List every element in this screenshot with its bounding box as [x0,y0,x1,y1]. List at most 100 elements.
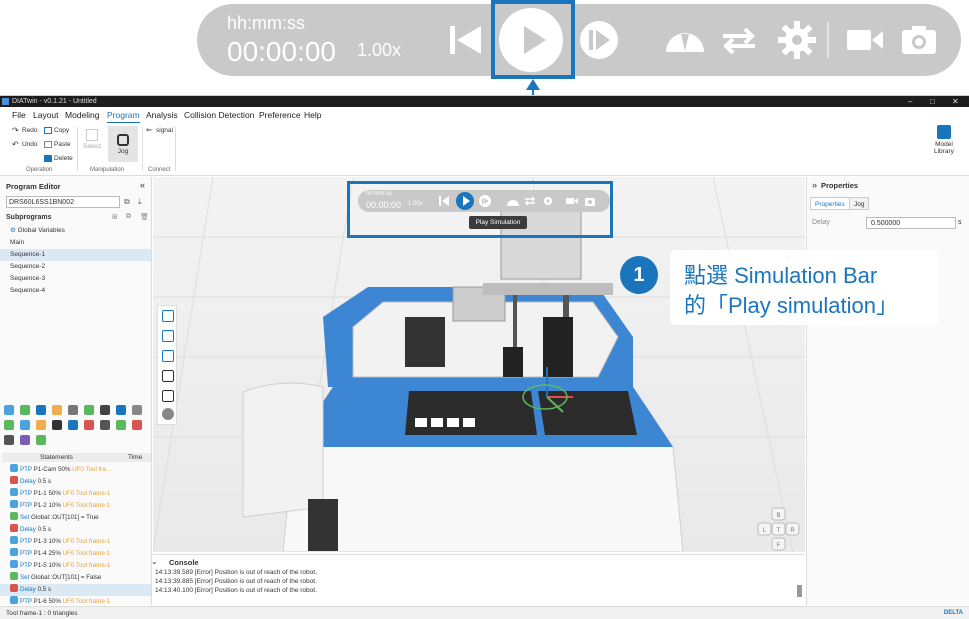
wait-icon[interactable] [100,405,110,415]
open-external-icon[interactable]: ⧉ [124,197,130,207]
paste-label: Paste [54,141,71,148]
console-collapse-icon[interactable]: ⌄ [151,557,158,566]
zoom-icon[interactable] [162,350,174,362]
menu-layout[interactable]: Layout [33,108,59,122]
duplicate-subprogram-icon[interactable]: ⧉ [126,213,131,221]
fit-view-icon[interactable] [162,310,174,322]
delete-subprogram-icon[interactable]: 🗑 [140,213,149,221]
maximize-icon[interactable]: □ [930,96,935,107]
view-cube-compass[interactable]: B L T R F [757,507,801,551]
comment-icon[interactable] [20,435,30,445]
compass-top[interactable]: T [777,528,781,534]
circ-icon[interactable] [36,405,46,415]
paste-button[interactable]: Paste [44,141,71,148]
axes-icon[interactable] [162,390,174,402]
if-statement-icon[interactable] [20,420,30,430]
statement-row[interactable]: PTP P1-4 25% UF0 Tool frame-1 [0,548,151,560]
stop-icon[interactable] [132,420,142,430]
minimize-icon[interactable]: – [908,96,912,107]
speed-gauge-icon[interactable] [663,18,707,62]
menu-modeling[interactable]: Modeling [65,108,100,122]
subprogram-item[interactable]: ⚙ Global Variables [0,225,151,237]
redo-button[interactable]: ↷ Redo [12,127,38,135]
menu-collision-detection[interactable]: Collision Detection [184,108,254,122]
tab-jog[interactable]: Jog [849,197,870,210]
subprogram-item[interactable]: Sequence-1 [0,249,151,261]
loop-icon[interactable] [524,195,536,207]
goto-icon[interactable] [36,420,46,430]
timer-icon[interactable] [100,420,110,430]
menu-help[interactable]: Help [304,108,321,122]
fit-selection-icon[interactable] [162,330,174,342]
statement-row[interactable]: Set Global::OUT[101] = False [0,572,151,584]
signal-button[interactable]: ⇐ signal [146,127,173,134]
tab-properties[interactable]: Properties [810,197,850,210]
skip-to-start-icon[interactable] [438,195,450,207]
statement-row[interactable]: PTP P1-Cam 50% UF0 Tool fra... [0,464,151,476]
console-scrollbar[interactable] [797,585,802,597]
close-icon[interactable]: ✕ [952,96,959,107]
delay-statement-icon[interactable] [84,420,94,430]
grid-view-icon[interactable] [162,370,174,382]
shading-icon[interactable] [162,408,174,420]
statement-row[interactable]: Delay 0.5 s [0,476,151,488]
menu-preference[interactable]: Preference [259,108,301,122]
statement-keyword: Set [20,574,30,581]
statement-row[interactable]: PTP P1-2 10% UF0 Tool frame-1 [0,500,151,512]
jog-button[interactable]: Jog [108,126,138,162]
statement-row[interactable]: PTP P1-3 10% UF0 Tool frame-1 [0,536,151,548]
compass-right[interactable]: R [790,528,795,534]
subprogram-item[interactable]: Sequence-3 [0,273,151,285]
play-simulation-button[interactable] [456,192,474,210]
statement-user-frame: UF0 [62,538,75,545]
menu-program[interactable]: Program [107,108,140,123]
statement-row[interactable]: PTP P1-1 50% UF0 Tool frame-1 [0,488,151,500]
record-video-icon[interactable] [843,18,887,62]
model-library-button[interactable]: Model Library [934,125,954,155]
gear-icon[interactable] [542,195,554,207]
delete-button[interactable]: Delete [44,155,73,162]
statement-row[interactable]: PTP P1-5 10% UF0 Tool frame-1 [0,560,151,572]
loop-icon[interactable] [717,18,761,62]
delay-field[interactable]: 0.500000 [866,217,956,229]
step-forward-icon[interactable] [478,194,492,208]
loop-statement-icon[interactable] [4,420,14,430]
record-video-icon[interactable] [566,196,578,206]
speed-gauge-icon[interactable] [506,195,520,207]
statement-row[interactable]: Delay 0.5 s [0,524,151,536]
print-icon[interactable] [4,435,14,445]
step-forward-icon[interactable] [577,18,621,62]
gear-icon[interactable] [775,18,819,62]
call-icon[interactable] [116,405,126,415]
ptp-icon[interactable] [4,405,14,415]
label-icon[interactable] [68,420,78,430]
compass-back[interactable]: B [776,513,780,519]
menu-file[interactable]: File [12,108,26,122]
compass-front[interactable]: F [777,543,781,549]
list-icon[interactable] [132,405,142,415]
undo-button[interactable]: ↶ Undo [12,141,38,149]
io-icon[interactable] [68,405,78,415]
subprogram-item[interactable]: Main [0,237,151,249]
subprogram-item[interactable]: Sequence-4 [0,285,151,297]
skip-to-start-icon[interactable] [443,18,487,62]
tool-icon[interactable] [52,405,62,415]
collapse-panel-icon[interactable]: « [140,180,145,190]
grid-icon[interactable] [36,435,46,445]
copy-button[interactable]: Copy [44,127,69,134]
menu-analysis[interactable]: Analysis [146,108,178,122]
robot-select[interactable]: DRS60L6SS1BN002 [6,196,120,208]
add-subprogram-icon[interactable]: ⊞ [112,213,118,221]
expand-panel-icon[interactable]: » [812,180,817,190]
branch-icon[interactable] [52,420,62,430]
statement-row[interactable]: Set Global::OUT[101] = True [0,512,151,524]
statement-row[interactable]: Delay 0.5 s [0,584,151,596]
pause-icon[interactable] [116,420,126,430]
lin-icon[interactable] [20,405,30,415]
set-icon[interactable] [84,405,94,415]
select-button[interactable]: Select [83,129,101,150]
camera-icon[interactable] [897,18,941,62]
subprogram-item[interactable]: Sequence-2 [0,261,151,273]
download-icon[interactable]: ⤓ [138,197,142,207]
camera-icon[interactable] [584,195,596,207]
